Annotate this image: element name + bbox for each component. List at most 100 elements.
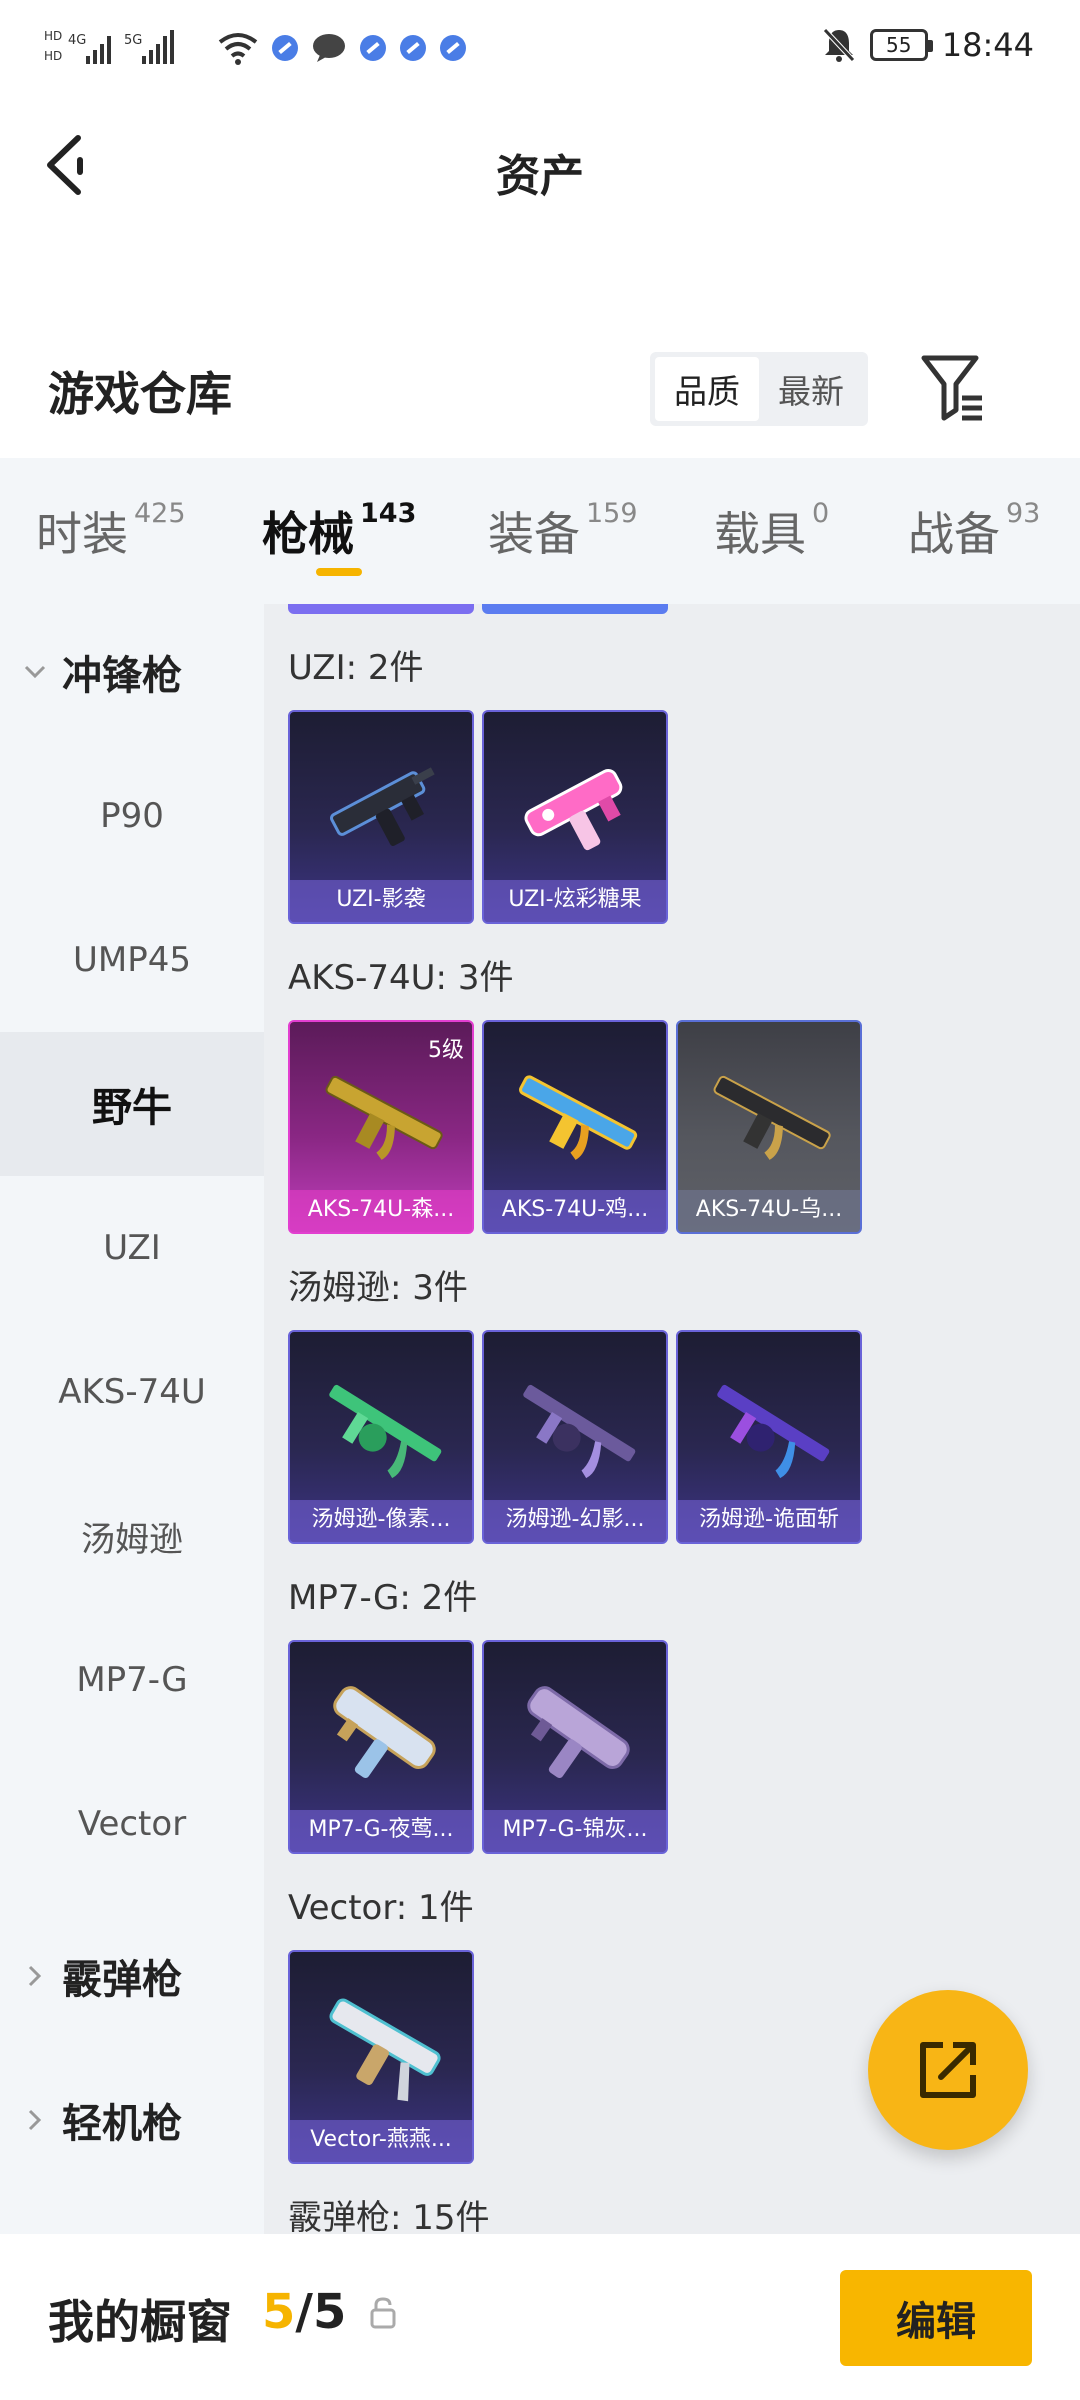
smg-skin-image xyxy=(524,769,623,851)
skin-card[interactable]: MP7-G-夜莺... xyxy=(288,1640,474,1854)
skin-card[interactable]: UZI-炫彩糖果 xyxy=(482,710,668,924)
mp7-skin-image xyxy=(527,1686,630,1779)
filter-button[interactable] xyxy=(920,352,990,426)
skin-card[interactable]: MP7-G-锦灰... xyxy=(482,1640,668,1854)
sidebar-group-label: 轻机枪 xyxy=(62,2101,182,2147)
chevron-right-icon xyxy=(28,2109,42,2131)
lock-icon xyxy=(370,2297,396,2329)
smg-skin-image xyxy=(330,767,435,847)
share-button[interactable] xyxy=(868,1990,1028,2150)
skin-card[interactable]: UZI-影袭 xyxy=(288,710,474,924)
sidebar-item-bison[interactable]: 野牛 xyxy=(0,1032,264,1176)
sort-latest-button[interactable]: 最新 xyxy=(759,357,863,421)
svg-text:4G: 4G xyxy=(68,33,86,48)
skin-name: AKS-74U-森... xyxy=(290,1190,472,1232)
tab-supplies[interactable]: 战备 93 xyxy=(908,498,1040,564)
status-bar: HD HD 4G 5G 55 18:44 xyxy=(0,0,1080,100)
showcase-label: 我的橱窗 xyxy=(48,2295,232,2349)
tab-count: 93 xyxy=(1006,498,1041,529)
share-external-icon xyxy=(920,2042,976,2098)
svg-text:5G: 5G xyxy=(124,33,142,48)
section-title: Vector: 1件 xyxy=(288,1888,474,1928)
section-title: AKS-74U: 3件 xyxy=(288,958,514,998)
svg-text:HD: HD xyxy=(44,29,62,43)
thompson-skin-image xyxy=(523,1384,636,1479)
tab-label: 战备 xyxy=(908,507,1000,561)
sidebar-item-aks74u[interactable]: AKS-74U xyxy=(0,1320,264,1464)
skin-name: MP7-G-锦灰... xyxy=(484,1810,666,1852)
svg-text:HD: HD xyxy=(44,49,62,63)
sidebar-item-ump45[interactable]: UMP45 xyxy=(0,888,264,1032)
skin-card[interactable]: 汤姆逊-诡面斩 xyxy=(676,1330,862,1544)
section-title: 霰弹枪: 15件 xyxy=(288,2198,490,2234)
signal-icon: HD HD 4G 5G xyxy=(44,29,174,64)
showcase-count: 5/5 xyxy=(262,2284,346,2340)
skin-name: AKS-74U-鸡... xyxy=(484,1190,666,1232)
sidebar-item-vector[interactable]: Vector xyxy=(0,1752,264,1896)
page-title: 资产 xyxy=(496,151,584,202)
tab-vehicles[interactable]: 载具 0 xyxy=(714,498,829,564)
sidebar-group-lmg[interactable]: 轻机枪 xyxy=(0,2048,264,2192)
skin-name: UZI-影袭 xyxy=(290,880,472,922)
tab-count: 143 xyxy=(360,498,417,529)
sort-toggle: 品质 最新 xyxy=(650,352,868,426)
showcase-current: 5 xyxy=(262,2284,296,2340)
sidebar-item-thompson[interactable]: 汤姆逊 xyxy=(0,1464,264,1608)
skin-card[interactable]: 汤姆逊-幻影... xyxy=(482,1330,668,1544)
tab-fashion[interactable]: 时装 425 xyxy=(36,498,186,564)
category-tabs: 时装 425 枪械 143 装备 159 载具 0 战备 93 xyxy=(0,458,1080,604)
tab-firearms[interactable]: 枪械 143 xyxy=(262,498,416,564)
section-title: MP7-G: 2件 xyxy=(288,1578,478,1618)
thompson-skin-image xyxy=(717,1384,830,1479)
skin-card[interactable]: AKS-74U-乌... xyxy=(676,1020,862,1234)
active-tab-indicator xyxy=(316,568,362,576)
skin-name: 汤姆逊-像素... xyxy=(290,1500,472,1542)
showcase-total: 5 xyxy=(312,2284,347,2340)
tab-count: 425 xyxy=(134,498,186,529)
sort-quality-button[interactable]: 品质 xyxy=(655,357,759,421)
weapon-type-sidebar: 冲锋枪 P90 UMP45 野牛 UZI AKS-74U 汤姆逊 MP7-G V… xyxy=(0,604,264,2234)
section-title: UZI: 2件 xyxy=(288,648,424,688)
skin-name: 汤姆逊-幻影... xyxy=(484,1500,666,1542)
sidebar-item-p90[interactable]: P90 xyxy=(0,744,264,888)
skin-name: Vector-燕燕... xyxy=(290,2120,472,2162)
rifle-skin-image xyxy=(325,1075,443,1160)
app-header: 资产 xyxy=(0,100,1080,235)
status-left: HD HD 4G 5G xyxy=(44,26,466,70)
rifle-skin-image xyxy=(713,1075,831,1160)
sidebar-item-mp7g[interactable]: MP7-G xyxy=(0,1608,264,1752)
chevron-right-icon xyxy=(28,1965,42,1987)
sidebar-group-shotgun[interactable]: 霰弹枪 xyxy=(0,1904,264,2048)
chevron-down-icon xyxy=(24,665,46,679)
app-notification-icon xyxy=(360,35,386,61)
status-right: 55 18:44 xyxy=(822,26,1034,64)
section-title: 汤姆逊: 3件 xyxy=(288,1268,468,1308)
tab-label: 装备 xyxy=(488,507,580,561)
skin-card[interactable]: 汤姆逊-像素... xyxy=(288,1330,474,1544)
filter-icon xyxy=(921,355,982,421)
edit-button[interactable]: 编辑 xyxy=(840,2270,1032,2366)
tab-equipment[interactable]: 装备 159 xyxy=(488,498,638,564)
tab-label: 载具 xyxy=(714,507,806,561)
skin-card[interactable]: Vector-燕燕... xyxy=(288,1950,474,2164)
partial-card-above[interactable] xyxy=(482,604,668,614)
skin-card[interactable]: AKS-74U-鸡... xyxy=(482,1020,668,1234)
vector-skin-image xyxy=(329,1998,441,2102)
sidebar-group-label: 冲锋枪 xyxy=(62,653,182,699)
skin-card[interactable]: 5级 AKS-74U-森... xyxy=(288,1020,474,1234)
tab-count: 0 xyxy=(812,498,830,529)
rifle-skin-image xyxy=(519,1075,638,1160)
skin-name: 汤姆逊-诡面斩 xyxy=(678,1500,860,1542)
skin-name: MP7-G-夜莺... xyxy=(290,1810,472,1852)
warehouse-row: 游戏仓库 品质 最新 xyxy=(0,330,1080,450)
wifi-icon xyxy=(218,33,258,65)
skin-list: UZI: 2件 UZI-影袭 UZI-炫彩糖果 AKS-74U: 3件 5级 A… xyxy=(264,604,1080,2234)
mute-bell-icon xyxy=(822,28,855,62)
sidebar-group-label: 霰弹枪 xyxy=(62,1957,182,2003)
sidebar-group-smg[interactable]: 冲锋枪 xyxy=(0,600,264,744)
clock: 18:44 xyxy=(941,26,1034,64)
partial-card-above[interactable] xyxy=(288,604,474,614)
app-notification-icon xyxy=(272,35,298,61)
skin-name: AKS-74U-乌... xyxy=(678,1190,860,1232)
sidebar-item-uzi[interactable]: UZI xyxy=(0,1176,264,1320)
